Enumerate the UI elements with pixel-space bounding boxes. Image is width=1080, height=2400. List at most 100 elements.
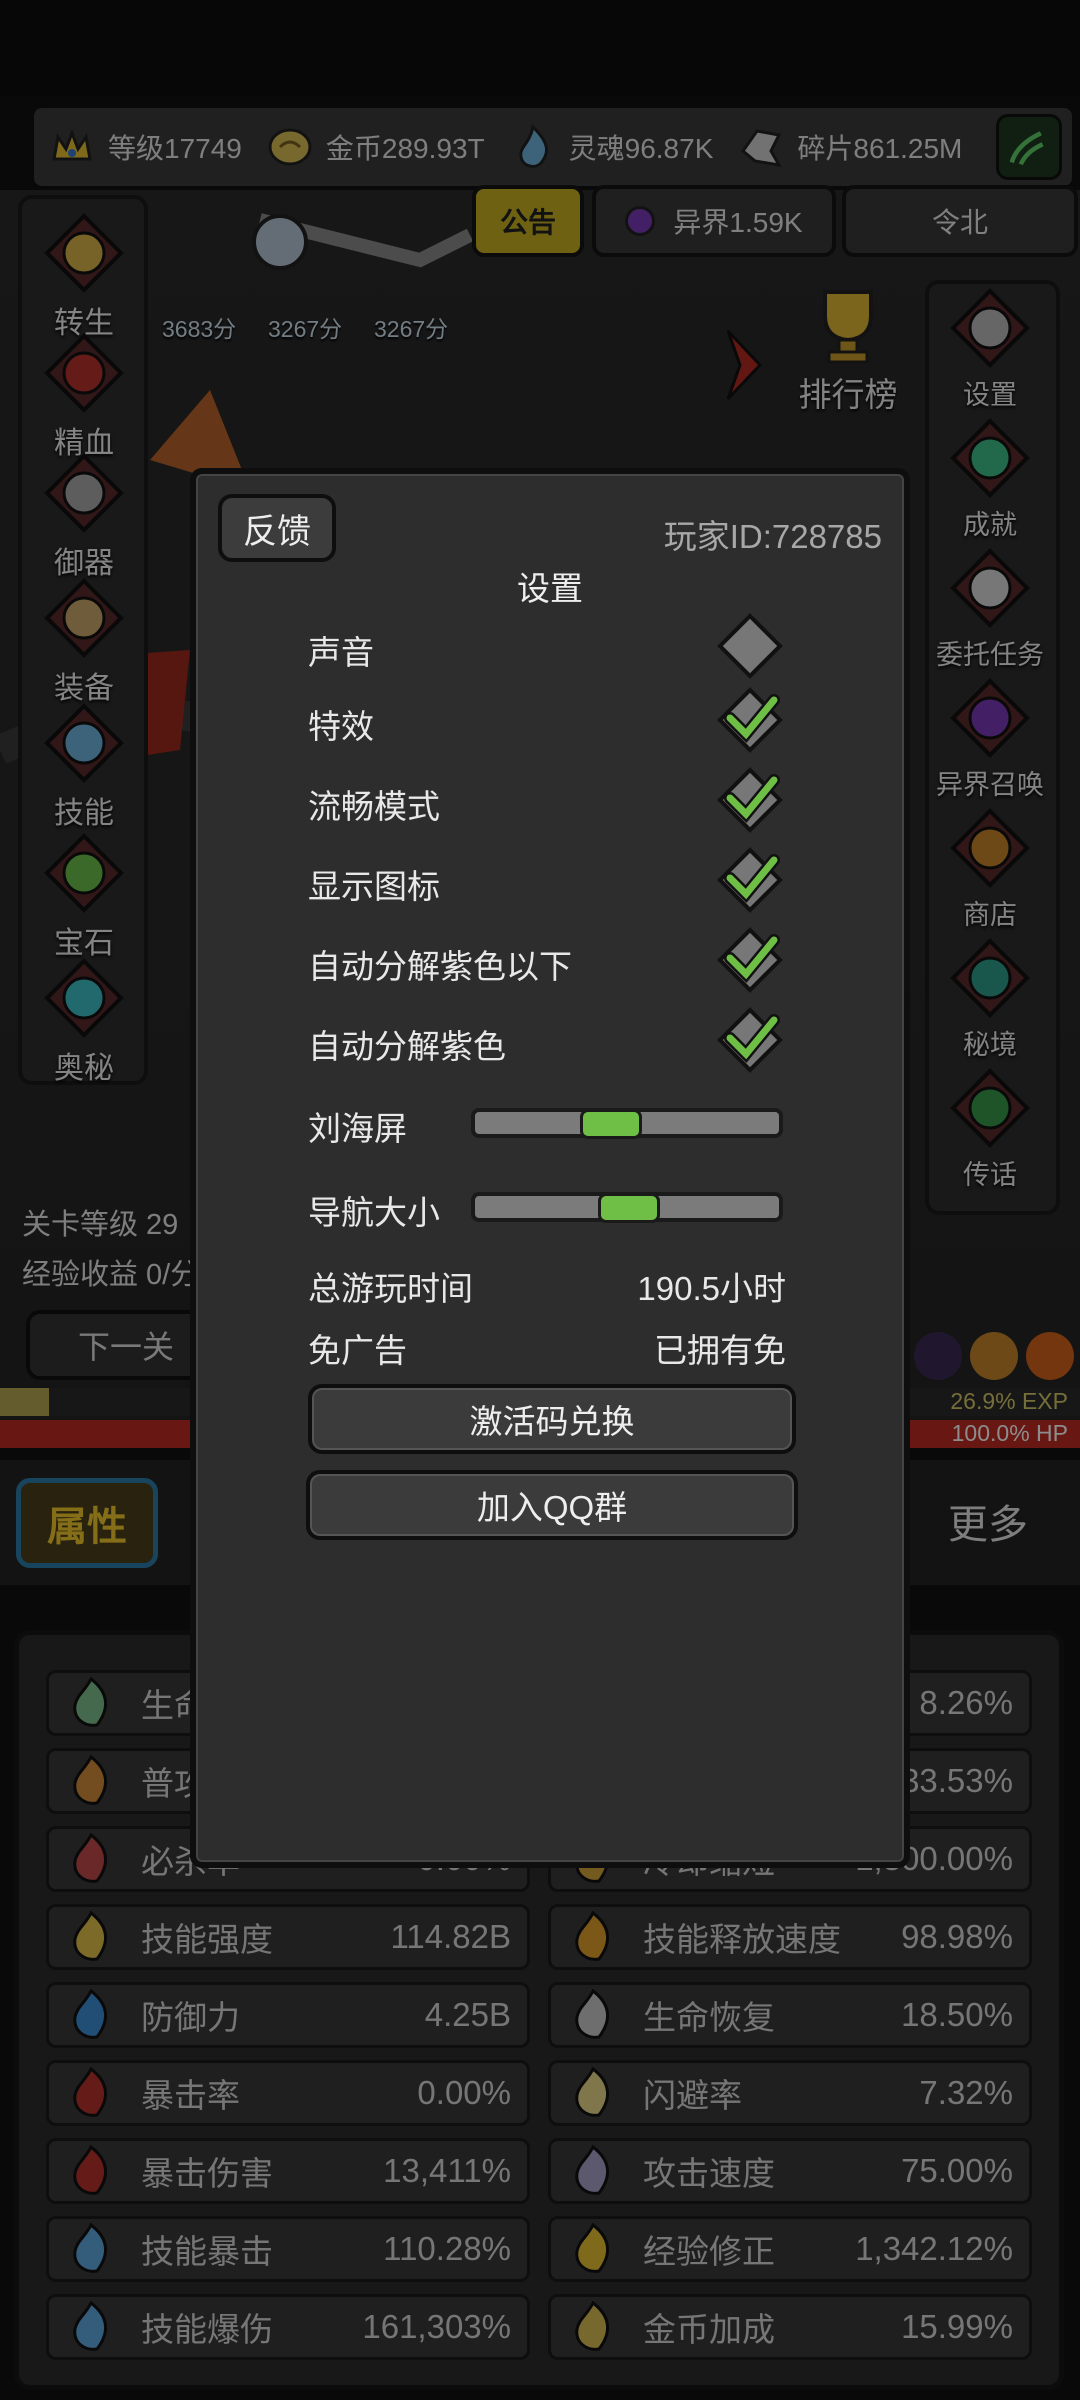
right-nav-label: 商店 (963, 900, 1017, 930)
slider-handle[interactable] (580, 1109, 642, 1139)
settings-modal: 反馈 玩家ID:728785 设置 声音 特效 流畅模式 显示图标 自动分解紫色以下 自动… (190, 468, 910, 1868)
stat-value: 75.00% (901, 2152, 1013, 2189)
stat-right-5: 闪避率 7.32% (548, 2060, 1032, 2126)
redeem-code-button[interactable]: 激活码兑换 (308, 1384, 796, 1454)
stat-name: 技能爆伤 (141, 2311, 273, 2348)
toggle-label: 自动分解紫色 (308, 1028, 506, 1065)
left-nav-item-5[interactable]: 宝石 (24, 830, 144, 962)
right-nav-icon (947, 805, 1033, 891)
left-nav-icon (41, 210, 127, 296)
stat-value: 15.99% (901, 2308, 1013, 2345)
checkbox-checked-icon[interactable] (716, 846, 784, 914)
chevron-right-icon[interactable] (720, 325, 770, 405)
right-nav-label: 委托任务 (936, 640, 1044, 670)
soul-value: 灵魂96.87K (568, 133, 714, 164)
right-nav-label: 传话 (963, 1160, 1017, 1190)
resource-gold: 金币289.93T (264, 121, 485, 173)
golden-flame-icon (565, 1909, 621, 1965)
signal-icon[interactable] (996, 114, 1062, 180)
fragment-icon (735, 121, 787, 173)
stat-left-6: 暴击伤害 13,411% (46, 2138, 530, 2204)
trophy-icon (805, 282, 891, 368)
soul-flame-icon (507, 121, 559, 173)
stage-level: 关卡等级 29 (22, 1209, 179, 1241)
right-nav-icon (947, 415, 1033, 501)
stat-name: 生命恢复 (643, 1999, 775, 2036)
hp-text: 100.0% HP (951, 1420, 1068, 1446)
slider-handle[interactable] (598, 1193, 660, 1223)
crown-icon (46, 121, 98, 173)
toggle-label: 声音 (308, 634, 374, 671)
slider-track[interactable] (471, 1108, 783, 1139)
resource-level: 等级17749 (46, 121, 242, 173)
no-ads-value: 已拥有免 (654, 1332, 786, 1369)
shield-icon (63, 1987, 119, 2043)
health-cross-icon (63, 1675, 119, 1731)
tab-notice[interactable]: 公告 (472, 185, 584, 257)
resource-bar: 等级17749 金币289.93T 灵魂96.87K 碎片861.25M (30, 104, 1076, 190)
right-nav-label: 成就 (963, 510, 1017, 540)
slider-track[interactable] (471, 1192, 783, 1223)
toggle-label: 流畅模式 (308, 788, 440, 825)
stat-value: 0.00% (417, 2074, 511, 2111)
blue-flame-icon (63, 2221, 119, 2277)
play-time-value: 190.5小时 (637, 1270, 786, 1307)
right-nav-icon (947, 285, 1033, 371)
right-nav-icon (947, 935, 1033, 1021)
stat-value: 114.82B (390, 1918, 512, 1955)
left-nav-icon (41, 700, 127, 786)
left-nav-item-0[interactable]: 转生 (24, 210, 144, 342)
exp-text: 26.9% EXP (950, 1388, 1068, 1414)
feedback-button[interactable]: 反馈 (218, 494, 336, 562)
left-nav-label: 技能 (54, 797, 114, 830)
stat-left-8: 技能爆伤 161,303% (46, 2294, 530, 2360)
right-nav-item-6[interactable]: 传话 (930, 1065, 1050, 1192)
exp-bar-fill (0, 1388, 50, 1416)
stage-info: 关卡等级 29 经验收益 0/分 (22, 1200, 199, 1300)
stat-value: 13,411% (383, 2152, 511, 2189)
checkbox-checked-icon[interactable] (716, 766, 784, 834)
left-nav-label: 奥秘 (54, 1052, 114, 1085)
left-nav-item-1[interactable]: 精血 (24, 330, 144, 462)
tab-attributes[interactable]: 属性 (16, 1478, 158, 1568)
other-world-label: 异界1.59K (673, 207, 803, 238)
stat-name: 暴击伤害 (141, 2155, 273, 2192)
left-nav-icon (41, 450, 127, 536)
stat-value: 33.53% (901, 1762, 1013, 1799)
right-nav-item-0[interactable]: 设置 (930, 285, 1050, 412)
left-nav-item-4[interactable]: 技能 (24, 700, 144, 832)
player-id: 玩家ID:728785 (663, 518, 882, 555)
right-nav-item-4[interactable]: 商店 (930, 805, 1050, 932)
tab-more[interactable]: 更多 (948, 1492, 1028, 1550)
right-nav-label: 秘境 (963, 1030, 1017, 1060)
stat-value: 161,303% (362, 2308, 511, 2345)
right-nav-item-3[interactable]: 异界召唤 (930, 675, 1050, 802)
tab-north[interactable]: 令北 (842, 185, 1078, 257)
tab-other-world[interactable]: 异界1.59K (592, 185, 836, 257)
join-qq-group-button[interactable]: 加入QQ群 (306, 1470, 798, 1540)
leaderboard-button[interactable]: 排行榜 (788, 282, 908, 416)
score-3: 3267分 (374, 316, 449, 342)
toggle-label: 特效 (308, 708, 374, 745)
right-nav-icon (947, 545, 1033, 631)
left-nav-icon (41, 955, 127, 1041)
checkbox-unchecked-icon[interactable] (716, 612, 784, 680)
checkbox-checked-icon[interactable] (716, 686, 784, 754)
stat-right-7: 经验修正 1,342.12% (548, 2216, 1032, 2282)
left-nav-item-6[interactable]: 奥秘 (24, 955, 144, 1087)
exp-income: 经验收益 0/分 (22, 1259, 200, 1291)
buff-icons (910, 1325, 1080, 1387)
stat-name: 闪避率 (643, 2077, 742, 2114)
checkbox-checked-icon[interactable] (716, 1006, 784, 1074)
right-nav-icon (947, 1065, 1033, 1151)
right-nav-item-1[interactable]: 成就 (930, 415, 1050, 542)
right-nav-label: 异界召唤 (936, 770, 1044, 800)
right-nav-item-2[interactable]: 委托任务 (930, 545, 1050, 672)
gold-coin-icon (264, 121, 316, 173)
stat-right-3: 技能释放速度 98.98% (548, 1904, 1032, 1970)
checkbox-checked-icon[interactable] (716, 926, 784, 994)
right-nav-label: 设置 (963, 380, 1017, 410)
right-nav-item-5[interactable]: 秘境 (930, 935, 1050, 1062)
left-nav-item-3[interactable]: 装备 (24, 575, 144, 707)
left-nav-item-2[interactable]: 御器 (24, 450, 144, 582)
